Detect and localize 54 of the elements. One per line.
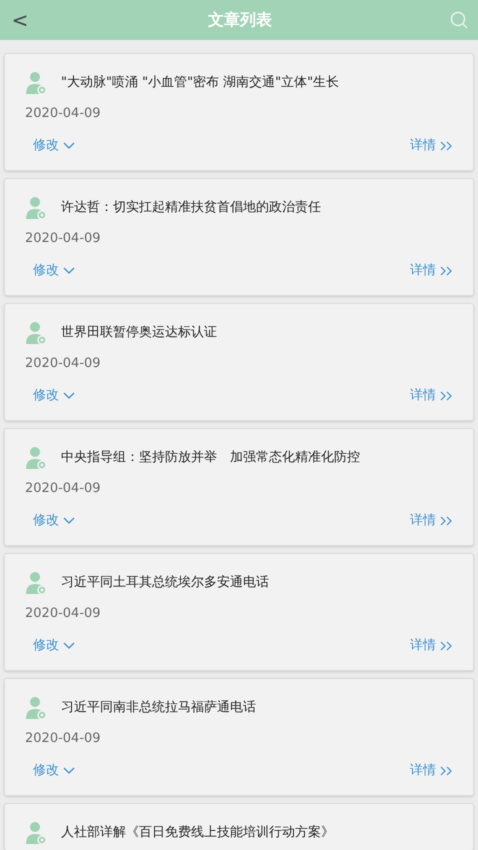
search-icon[interactable] xyxy=(450,11,468,29)
article-card[interactable]: 许达哲：切实扛起精准扶贫首倡地的政治责任 2020-04-09 修改 详情 xyxy=(4,178,474,296)
detail-link[interactable]: 详情 xyxy=(410,136,453,156)
chevron-down-icon xyxy=(63,642,75,650)
double-chevron-right-icon xyxy=(440,516,453,526)
chevron-down-icon xyxy=(63,392,75,400)
article-title: "大动脉"喷涌 "小血管"密布 湖南交通"立体"生长 xyxy=(61,74,340,92)
edit-dropdown[interactable]: 修改 xyxy=(33,386,75,406)
detail-link[interactable]: 详情 xyxy=(410,386,453,406)
user-icon xyxy=(25,446,47,470)
article-card[interactable]: 习近平同土耳其总统埃尔多安通电话 2020-04-09 修改 详情 xyxy=(4,553,474,671)
article-title: 许达哲：切实扛起精准扶贫首倡地的政治责任 xyxy=(61,199,321,218)
article-card[interactable]: 人社部详解《百日免费线上技能培训行动方案》 xyxy=(4,803,474,850)
detail-link[interactable]: 详情 xyxy=(410,636,453,656)
article-date: 2020-04-09 xyxy=(25,730,101,748)
user-icon xyxy=(25,196,47,220)
article-date: 2020-04-09 xyxy=(25,605,101,624)
chevron-down-icon xyxy=(63,267,75,275)
detail-link[interactable]: 详情 xyxy=(410,761,453,781)
user-icon xyxy=(25,696,47,720)
article-date: 2020-04-09 xyxy=(25,355,101,374)
double-chevron-right-icon xyxy=(440,641,453,651)
article-card[interactable]: 世界田联暂停奥运达标认证 2020-04-09 修改 详情 xyxy=(4,303,474,421)
chevron-down-icon xyxy=(63,517,75,525)
double-chevron-right-icon xyxy=(440,391,453,401)
chevron-down-icon xyxy=(63,142,75,150)
user-icon xyxy=(25,821,47,845)
article-title: 中央指导组：坚持防放并举 加强常态化精准化防控 xyxy=(61,449,360,468)
article-date: 2020-04-09 xyxy=(25,480,101,498)
article-card[interactable]: 习近平同南非总统拉马福萨通电话 2020-04-09 修改 详情 xyxy=(4,678,474,796)
user-icon xyxy=(25,571,47,595)
chevron-down-icon xyxy=(63,767,75,775)
article-card[interactable]: 中央指导组：坚持防放并举 加强常态化精准化防控 2020-04-09 修改 详情 xyxy=(4,428,474,546)
article-title: 人社部详解《百日免费线上技能培训行动方案》 xyxy=(61,824,334,842)
double-chevron-right-icon xyxy=(440,766,453,776)
page-title: 文章列表 xyxy=(208,9,272,31)
article-date: 2020-04-09 xyxy=(25,230,101,248)
user-icon xyxy=(25,71,47,95)
back-button[interactable]: < xyxy=(10,5,30,35)
edit-dropdown[interactable]: 修改 xyxy=(33,511,75,531)
edit-dropdown[interactable]: 修改 xyxy=(33,761,75,781)
article-title: 习近平同南非总统拉马福萨通电话 xyxy=(61,699,256,718)
article-title: 习近平同土耳其总统埃尔多安通电话 xyxy=(61,574,269,592)
detail-link[interactable]: 详情 xyxy=(410,511,453,531)
article-card[interactable]: "大动脉"喷涌 "小血管"密布 湖南交通"立体"生长 2020-04-09 修改 详情 xyxy=(4,53,474,171)
edit-dropdown[interactable]: 修改 xyxy=(33,636,75,656)
article-date: 2020-04-09 xyxy=(25,105,101,124)
user-icon xyxy=(25,321,47,345)
double-chevron-right-icon xyxy=(440,266,453,276)
double-chevron-right-icon xyxy=(440,141,453,151)
edit-dropdown[interactable]: 修改 xyxy=(33,261,75,281)
detail-link[interactable]: 详情 xyxy=(410,261,453,281)
edit-dropdown[interactable]: 修改 xyxy=(33,136,75,156)
article-title: 世界田联暂停奥运达标认证 xyxy=(61,324,217,342)
